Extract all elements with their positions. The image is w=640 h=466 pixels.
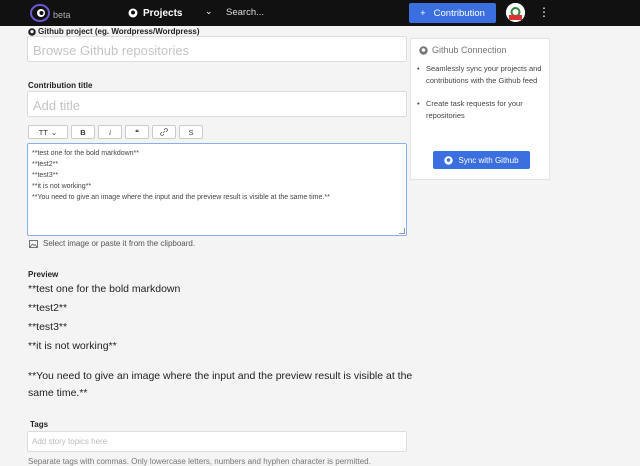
image-icon: [29, 239, 38, 248]
add-contribution-button[interactable]: + Contribution: [409, 3, 496, 23]
preview-line: same time.**: [28, 387, 88, 399]
github-connection-card: Github Connection Seamlessly sync your p…: [410, 38, 550, 180]
markdown-editor-textarea[interactable]: **test one for the bold markdown** **tes…: [27, 143, 407, 236]
editor-line: **test3**: [32, 172, 59, 179]
feature-list: Seamlessly sync your projects and contri…: [417, 63, 545, 133]
projects-label: Projects: [143, 7, 183, 19]
editor-line: **test one for the bold markdown**: [32, 150, 140, 157]
preview-line: **test2**: [28, 302, 68, 314]
heading-dropdown[interactable]: TT ⌄: [28, 125, 68, 139]
github-icon: [419, 45, 428, 55]
github-project-input[interactable]: Browse Github repositories: [27, 36, 407, 62]
list-item: Create task requests for your repositori…: [417, 98, 545, 122]
code-button[interactable]: S: [179, 125, 203, 139]
plus-icon: +: [420, 7, 426, 19]
heading-icon: TT: [38, 127, 48, 137]
github-project-placeholder: Browse Github repositories: [33, 43, 190, 58]
tags-input[interactable]: Add story topics here: [27, 431, 407, 452]
github-icon: [444, 155, 454, 165]
sync-with-github-button[interactable]: Sync with Github: [433, 151, 530, 169]
logo-icon[interactable]: [30, 4, 50, 22]
preview-line: **test one for the bold markdown: [28, 283, 181, 295]
avatar-image: [506, 3, 525, 22]
github-icon: [28, 27, 36, 36]
contribution-title-input[interactable]: Add title: [27, 91, 407, 117]
link-icon: [160, 128, 168, 136]
image-upload-hint[interactable]: Select image or paste it from the clipbo…: [29, 239, 195, 248]
list-item: Seamlessly sync your projects and contri…: [417, 63, 545, 87]
tags-help-text: Separate tags with commas. Only lowercas…: [28, 457, 371, 466]
preview-label: Preview: [28, 270, 59, 279]
editor-toolbar: TT ⌄ B i ❝ S: [28, 125, 203, 139]
github-project-label: Github project (eg. Wordpress/Wordpress): [28, 27, 200, 36]
resize-handle[interactable]: [399, 228, 405, 234]
contribution-title-label: Contribution title: [28, 81, 93, 90]
title-placeholder: Add title: [33, 98, 80, 113]
more-options-icon[interactable]: ⋮: [538, 5, 550, 19]
search-input[interactable]: Search...: [226, 7, 264, 18]
chevron-down-icon[interactable]: ⌄: [205, 6, 213, 17]
editor-line: **it is not working**: [32, 183, 92, 190]
avatar[interactable]: [506, 3, 525, 22]
tags-placeholder: Add story topics here: [32, 437, 108, 446]
preview-line: **test3**: [28, 321, 68, 333]
preview-line: **You need to give an image where the in…: [28, 370, 413, 382]
beta-badge: beta: [53, 10, 71, 20]
editor-line: **test2**: [32, 161, 59, 168]
github-icon: [128, 8, 138, 18]
italic-button[interactable]: i: [98, 125, 122, 139]
chevron-down-icon: ⌄: [50, 127, 58, 137]
contribution-label: Contribution: [433, 7, 485, 19]
editor-line: **You need to give an image where the in…: [32, 194, 330, 201]
top-navigation-bar: beta Projects ⌄ Search... + Contribution…: [0, 0, 640, 26]
preview-line: **it is not working**: [28, 340, 117, 352]
quote-button[interactable]: ❝: [125, 125, 149, 139]
bold-button[interactable]: B: [71, 125, 95, 139]
card-title: Github Connection: [419, 45, 507, 55]
link-button[interactable]: [152, 125, 176, 139]
projects-nav-button[interactable]: Projects: [128, 5, 182, 21]
tags-label: Tags: [30, 420, 49, 429]
